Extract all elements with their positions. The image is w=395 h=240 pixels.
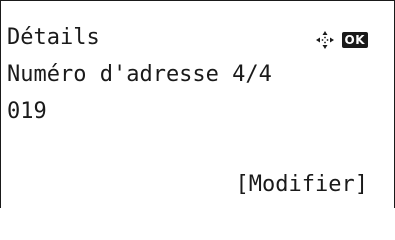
dpad-arrows-icon bbox=[315, 31, 334, 49]
ok-key-badge: OK bbox=[341, 32, 368, 48]
screen-title: Détails bbox=[7, 25, 100, 50]
address-number: Numéro d'adresse 4/4 bbox=[7, 62, 272, 87]
lcd-screen: Détails Numéro d'adresse 4/4 019 OK [Mod… bbox=[0, 0, 395, 208]
address-value: 019 bbox=[7, 99, 47, 124]
key-indicators: OK bbox=[314, 29, 368, 51]
modify-softkey[interactable]: [Modifier] bbox=[236, 172, 368, 198]
